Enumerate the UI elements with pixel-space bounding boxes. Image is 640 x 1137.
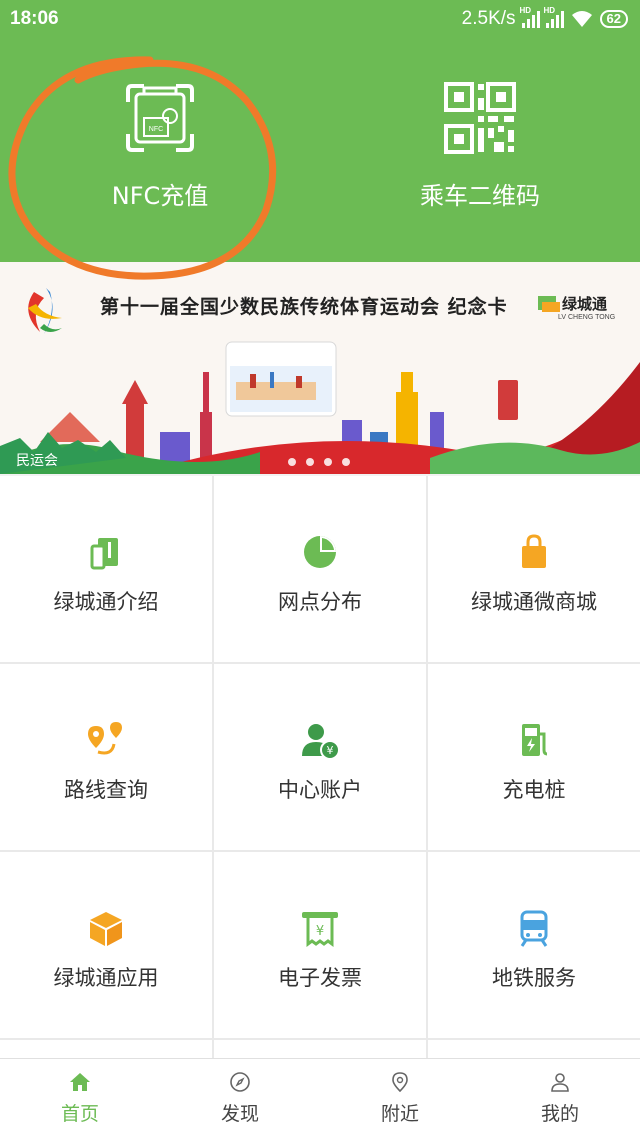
compass-icon [230, 1072, 250, 1092]
service-row-partial [428, 1040, 640, 1058]
route-icon [88, 722, 122, 755]
box-icon [90, 912, 122, 946]
banner-title: 第十一届全国少数民族传统体育运动会 纪念卡 [100, 296, 508, 318]
battery-icon: 62 [599, 10, 628, 28]
home-icon [70, 1073, 90, 1091]
nav-nearby[interactable]: 附近 [320, 1059, 480, 1137]
service-card-intro[interactable]: 绿城通介绍 [0, 476, 212, 662]
header: 18:06 2.5K/s HD HD 62 NFC NFC充值 乘车二维码 [0, 0, 640, 262]
service-outlet-map[interactable]: 网点分布 [214, 476, 426, 662]
bottom-nav: 首页 发现 附近 我的 [0, 1058, 640, 1137]
nav-label: 附近 [380, 1103, 419, 1125]
service-label: 中心账户 [278, 778, 362, 802]
service-label: 网点分布 [278, 590, 362, 614]
invoice-icon: ¥ [302, 912, 338, 947]
card-intro-icon [90, 538, 118, 570]
service-label: 充电桩 [502, 778, 566, 802]
nav-label: 我的 [540, 1103, 579, 1125]
status-bar: 18:06 2.5K/s HD HD 62 [0, 0, 640, 38]
banner-brand-subtitle: LV CHENG TONG [558, 314, 616, 321]
account-icon: ¥ [302, 724, 340, 760]
service-row-partial [0, 1040, 212, 1058]
carousel-indicator[interactable] [288, 458, 350, 466]
nfc-recharge-button[interactable]: NFC NFC充值 [0, 80, 320, 220]
ride-qr-code-label: 乘车二维码 [420, 182, 540, 210]
service-row-partial [214, 1040, 426, 1058]
service-label: 地铁服务 [492, 966, 576, 990]
service-charging-pile[interactable]: 充电桩 [428, 664, 640, 850]
nfc-recharge-label: NFC充值 [111, 182, 209, 210]
banner-brand: 绿城通 [562, 295, 608, 313]
service-center-account[interactable]: ¥ 中心账户 [214, 664, 426, 850]
signal-icon: HD [520, 6, 540, 28]
service-label: 绿城通应用 [53, 966, 159, 990]
status-time: 18:06 [10, 8, 59, 29]
net-speed: 2.5K/s [461, 8, 516, 29]
pie-chart-icon [304, 536, 336, 568]
carousel-dot[interactable] [288, 458, 296, 466]
signal-icon: HD [544, 6, 564, 28]
user-icon [551, 1073, 569, 1092]
qr-code-icon [444, 82, 516, 154]
nav-label: 首页 [60, 1103, 99, 1125]
carousel-dot[interactable] [306, 458, 314, 466]
carousel-dot[interactable] [342, 458, 350, 466]
service-e-invoice[interactable]: ¥ 电子发票 [214, 852, 426, 1038]
service-label: 绿城通介绍 [53, 590, 159, 614]
service-subway[interactable]: 地铁服务 [428, 852, 640, 1038]
subway-icon [520, 910, 548, 947]
service-label: 路线查询 [64, 778, 148, 802]
service-label: 电子发票 [278, 966, 362, 990]
banner-caption: 民运会 [16, 453, 58, 469]
svg-text:¥: ¥ [327, 744, 334, 757]
service-label: 绿城通微商城 [471, 590, 597, 614]
nfc-icon-text: NFC [149, 126, 163, 133]
nav-profile[interactable]: 我的 [480, 1059, 640, 1137]
location-icon [392, 1072, 408, 1093]
carousel-dot[interactable] [324, 458, 332, 466]
service-grid: 绿城通介绍 网点分布 绿城通微商城 路线查询 ¥ 中心账户 充电桩 绿城通应用 … [0, 476, 640, 1058]
nav-label: 发现 [220, 1103, 259, 1125]
service-route-query[interactable]: 路线查询 [0, 664, 212, 850]
nfc-card-icon: NFC [126, 84, 194, 152]
shopping-bag-icon [522, 534, 546, 568]
nav-discover[interactable]: 发现 [160, 1059, 320, 1137]
charging-pile-icon [522, 724, 548, 756]
svg-text:¥: ¥ [316, 924, 324, 939]
service-micro-mall[interactable]: 绿城通微商城 [428, 476, 640, 662]
wifi-icon [571, 11, 592, 27]
promo-banner[interactable]: 第十一届全国少数民族传统体育运动会 纪念卡 绿城通 LV CHENG TONG … [0, 262, 640, 474]
service-apps[interactable]: 绿城通应用 [0, 852, 212, 1038]
ride-qr-code-button[interactable]: 乘车二维码 [320, 80, 640, 220]
nav-home[interactable]: 首页 [0, 1059, 160, 1137]
status-right: 2.5K/s HD HD 62 [461, 6, 628, 30]
